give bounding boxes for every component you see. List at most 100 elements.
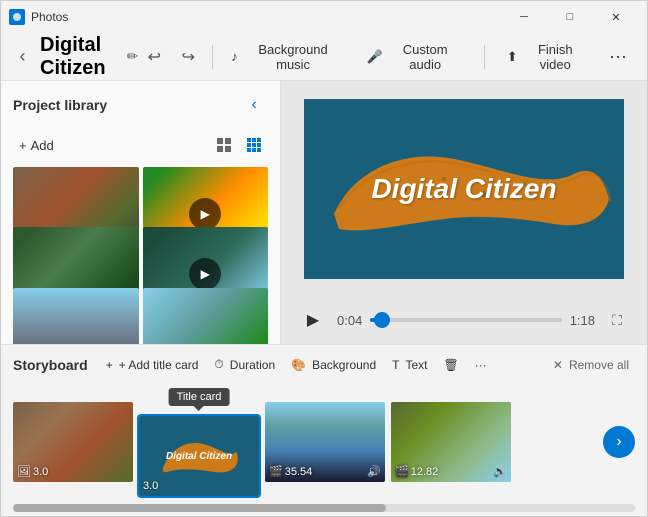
maximize-button[interactable]: □ <box>547 1 593 33</box>
panel-toolbar: + Add <box>1 127 280 167</box>
media-item[interactable] <box>143 288 269 344</box>
title-card-tooltip: Title card <box>169 388 230 406</box>
remove-icon: ✕ <box>553 358 563 372</box>
background-label: Background <box>312 358 376 372</box>
close-button[interactable]: ✕ <box>593 1 639 33</box>
grid-icon <box>216 137 232 153</box>
play-overlay-icon: ▶ <box>189 198 221 230</box>
background-music-button[interactable]: ♪ Background music <box>221 36 352 78</box>
duration-button[interactable]: ⏱ Duration <box>208 353 281 376</box>
play-overlay-icon: ▶ <box>189 258 221 290</box>
media-thumbnail <box>13 288 139 344</box>
background-button[interactable]: 🎨 Background <box>285 354 382 376</box>
panel-title: Project library <box>13 97 107 113</box>
titlecard-text: Digital Citizen <box>166 451 232 462</box>
view-toggle <box>210 131 268 159</box>
main-content: Project library ‹ + Add <box>1 81 647 344</box>
add-title-card-button[interactable]: + + Add title card <box>100 354 205 376</box>
scrollbar-thumb <box>13 504 386 512</box>
add-media-button[interactable]: + Add <box>13 134 60 157</box>
storyboard-item[interactable]: 🖼 3.0 <box>13 402 133 482</box>
add-label: Add <box>31 138 54 153</box>
undo-redo-group: ↩ ↪ <box>138 41 204 73</box>
redo-button[interactable]: ↪ <box>172 41 204 73</box>
app-icon <box>9 9 25 25</box>
custom-audio-button[interactable]: 🎤 Custom audio <box>356 36 471 78</box>
duration-value-4: 12.82 <box>411 466 439 478</box>
remove-all-button[interactable]: ✕ Remove all <box>547 354 635 376</box>
window-controls: ─ □ ✕ <box>501 1 639 33</box>
preview-area: Digital Citizen <box>281 81 647 296</box>
media-item[interactable]: ▣ <box>13 288 139 344</box>
title-bar-app-name: Photos <box>31 10 501 24</box>
play-button[interactable]: ▶ <box>297 304 329 336</box>
delete-icon: 🗑 <box>444 358 459 372</box>
toolbar-actions: ♪ Background music 🎤 Custom audio ⬆ Fini… <box>221 36 635 78</box>
storyboard-audio-icon-2: 🔊 <box>493 465 507 478</box>
project-title-area: ‹ Digital Citizen ✏ <box>13 34 138 80</box>
add-title-icon: + <box>106 358 113 372</box>
video-icon: 🎬 <box>269 465 283 478</box>
edit-title-icon[interactable]: ✏ <box>127 48 139 65</box>
duration-value: 3.0 <box>33 466 48 478</box>
duration-label: Duration <box>230 358 275 372</box>
more-options-button[interactable]: ··· <box>601 42 635 71</box>
storyboard-scrollbar[interactable] <box>13 504 635 512</box>
finish-video-label: Finish video <box>524 42 587 72</box>
fullscreen-button[interactable]: ⛶ <box>603 306 631 334</box>
panel-header: Project library ‹ <box>1 81 280 127</box>
project-title: Digital Citizen <box>40 34 119 80</box>
toolbar-divider <box>212 45 213 69</box>
title-bar: Photos ─ □ ✕ <box>1 1 647 33</box>
storyboard-duration-3: 🎬 35.54 <box>269 465 312 478</box>
storyboard-duration-4: 🎬 12.82 <box>395 465 438 478</box>
plus-icon: + <box>19 138 27 153</box>
project-library-panel: Project library ‹ + Add <box>1 81 281 344</box>
grid-view-button[interactable] <box>210 131 238 159</box>
preview-canvas: Digital Citizen <box>304 99 624 279</box>
storyboard-content: 🖼 3.0 Title card Digital Citizen 3.0 <box>1 384 647 504</box>
storyboard-item[interactable]: 🎬 12.82 🔊 <box>391 402 511 482</box>
background-icon: 🎨 <box>291 358 306 372</box>
storyboard-section: Storyboard + + Add title card ⏱ Duration… <box>1 344 647 516</box>
current-time: 0:04 <box>337 313 362 328</box>
remove-all-label: Remove all <box>569 358 629 372</box>
back-button[interactable]: ‹ <box>13 41 32 73</box>
text-label: Text <box>406 358 428 372</box>
storyboard-duration-2: 3.0 <box>143 480 158 492</box>
storyboard-item-selected[interactable]: Title card Digital Citizen 3.0 <box>139 416 259 496</box>
undo-button[interactable]: ↩ <box>138 41 170 73</box>
custom-audio-label: Custom audio <box>389 42 462 72</box>
duration-icon: ⏱ <box>214 357 223 372</box>
export-icon: ⬆ <box>507 49 518 65</box>
timeline-thumb <box>374 312 390 328</box>
media-thumbnail <box>143 288 269 344</box>
duration-value-3: 35.54 <box>285 466 313 478</box>
toolbar-divider-2 <box>484 45 485 69</box>
storyboard-header: Storyboard + + Add title card ⏱ Duration… <box>1 345 647 384</box>
storyboard-audio-icon: 🔊 <box>367 465 381 478</box>
minimize-button[interactable]: ─ <box>501 1 547 33</box>
storyboard-next-button[interactable]: › <box>603 426 635 458</box>
finish-video-button[interactable]: ⬆ Finish video <box>497 36 597 78</box>
compact-grid-icon <box>246 137 262 153</box>
preview-title-text: Digital Citizen <box>371 173 556 205</box>
audio-icon: 🎤 <box>366 49 382 65</box>
delete-button[interactable]: 🗑 <box>438 354 465 376</box>
timeline-slider[interactable] <box>370 318 561 322</box>
end-time: 1:18 <box>570 313 595 328</box>
storyboard-duration: 🖼 3.0 <box>17 465 48 478</box>
background-music-label: Background music <box>244 42 343 72</box>
text-icon: T <box>392 358 399 372</box>
text-button[interactable]: T Text <box>386 354 433 376</box>
preview-controls: ▶ 0:04 1:18 ⛶ <box>281 296 647 344</box>
storyboard-more-button[interactable]: ··· <box>469 354 493 376</box>
duration-value-2: 3.0 <box>143 480 158 492</box>
compact-view-button[interactable] <box>240 131 268 159</box>
collapse-panel-button[interactable]: ‹ <box>240 91 268 119</box>
media-grid: ▶ ▶ ▣ <box>1 167 280 344</box>
music-icon: ♪ <box>231 49 238 64</box>
storyboard-item[interactable]: 🎬 35.54 🔊 <box>265 402 385 482</box>
photo-icon: 🖼 <box>17 465 31 478</box>
storyboard-title: Storyboard <box>13 357 88 373</box>
